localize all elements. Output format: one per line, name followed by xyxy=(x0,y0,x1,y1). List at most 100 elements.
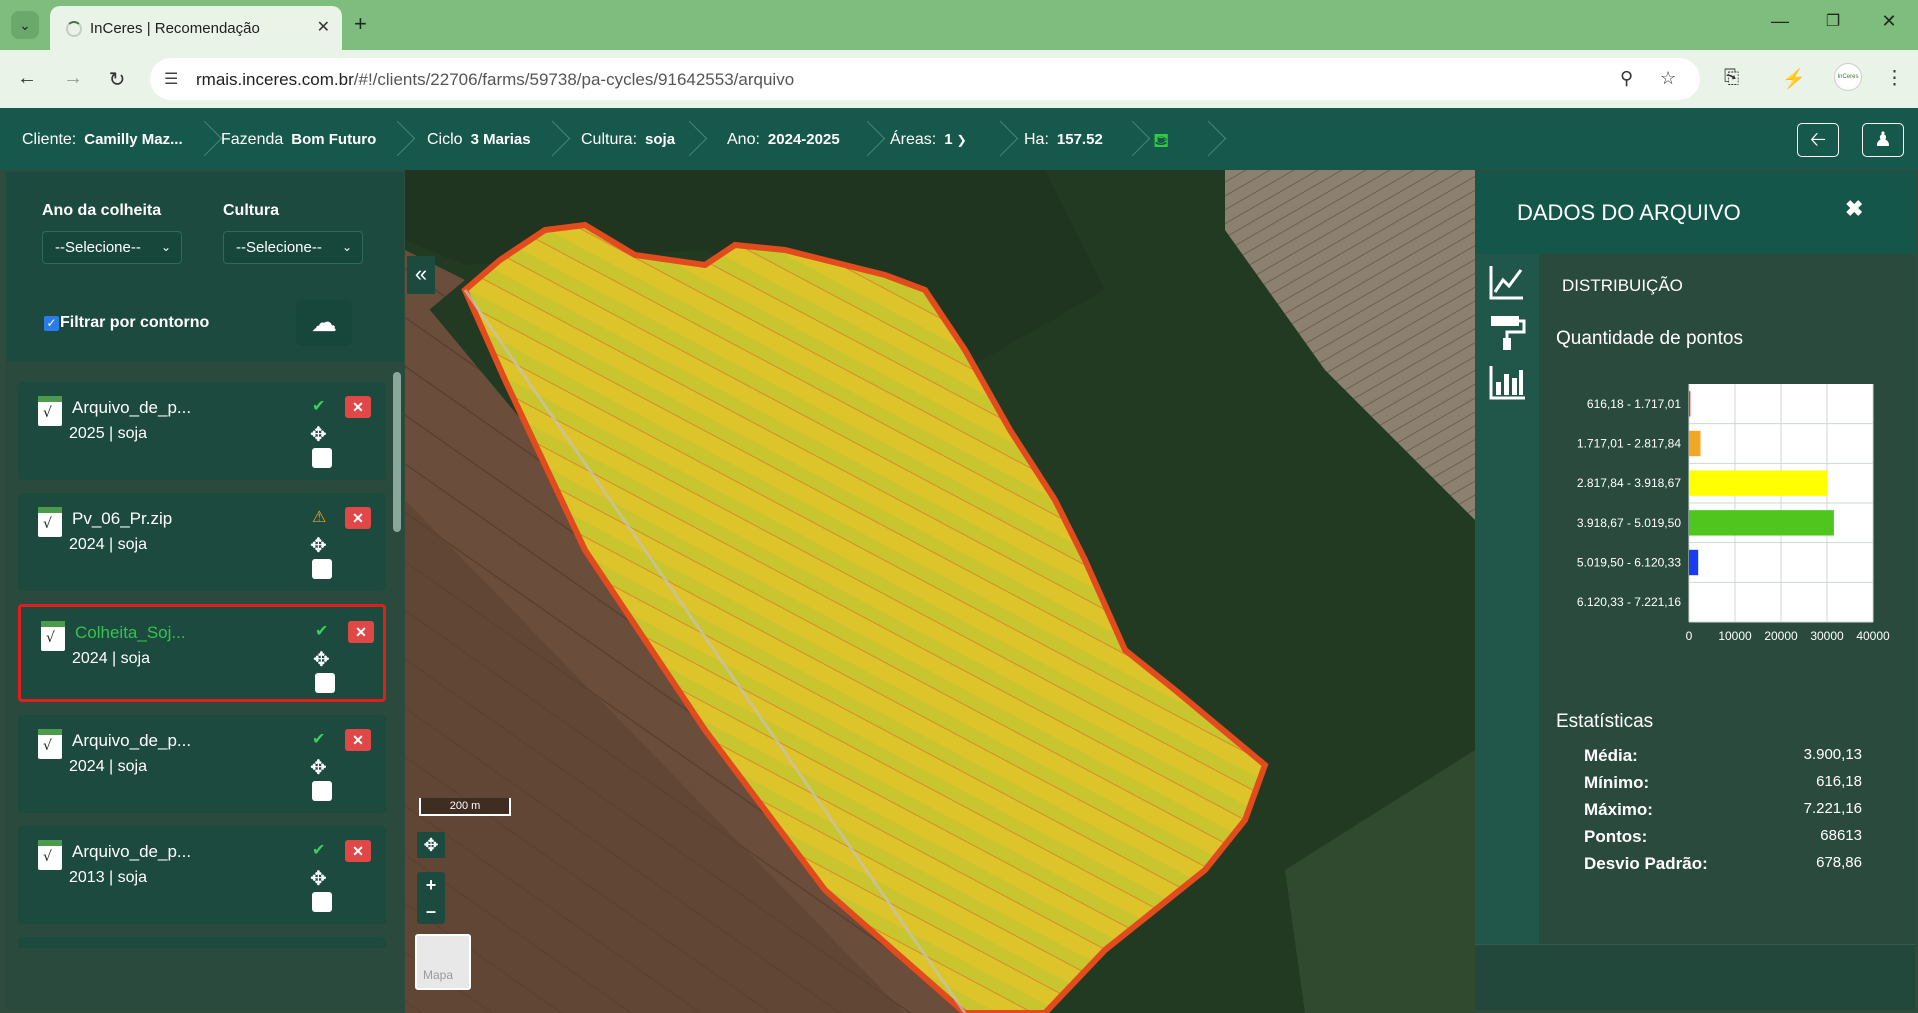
breadcrumb-ano[interactable]: Ano: 2024-2025 xyxy=(727,131,840,149)
back-icon[interactable]: ← xyxy=(14,67,40,90)
file-meta: 2024 | soja xyxy=(69,758,147,775)
delete-button[interactable]: ✕ xyxy=(345,729,371,751)
file-name[interactable]: Arquivo_de_p... xyxy=(72,842,191,862)
file-list[interactable]: √ Arquivo_de_p... 2025 | soja ✔ ✕ ✥ √ Pv… xyxy=(6,368,404,948)
filtrar-contorno-checkbox[interactable]: ✓ xyxy=(44,316,59,331)
file-card[interactable]: √ Arquivo_de_p... 2024 | soja ✔ ✕ ✥ xyxy=(18,715,386,813)
chevron-down-icon: ⌄ xyxy=(160,240,171,254)
delete-button[interactable]: ✕ xyxy=(345,840,371,862)
file-checkbox[interactable] xyxy=(312,559,332,579)
bookmark-star-icon[interactable]: ☆ xyxy=(1660,68,1676,89)
url-text[interactable]: rmais.inceres.com.br/#!/clients/22706/fa… xyxy=(196,70,794,90)
file-card[interactable]: √ Arquivo_de_p... 2025 | soja ✔ ✕ ✥ xyxy=(18,382,386,480)
back-arrow-button[interactable]: 🡠 xyxy=(1797,123,1839,157)
pan-icon[interactable]: ✥ xyxy=(417,832,445,858)
move-icon[interactable]: ✥ xyxy=(310,866,327,891)
stat-desvio-padrao: Desvio Padrão: 678,86 xyxy=(1584,854,1862,873)
file-icon: √ xyxy=(41,621,65,651)
forward-icon[interactable]: → xyxy=(60,67,86,90)
file-name[interactable]: Colheita_Soj... xyxy=(75,623,186,643)
panel-title: DADOS DO ARQUIVO xyxy=(1517,200,1741,225)
line-chart-icon[interactable] xyxy=(1487,262,1527,302)
breadcrumb-fazenda[interactable]: Fazenda Bom Futuro xyxy=(221,131,376,149)
window-close-icon[interactable]: ✕ xyxy=(1874,11,1904,32)
file-name[interactable]: Arquivo_de_p... xyxy=(72,731,191,751)
file-meta: 2024 | soja xyxy=(69,536,147,553)
file-icon: √ xyxy=(38,507,62,537)
chart-bar xyxy=(1689,510,1834,536)
paint-roller-icon[interactable] xyxy=(1487,312,1527,352)
app-header: Cliente: Camilly Maz... Fazenda Bom Futuro… xyxy=(0,108,1918,170)
chart-category-label: 2.817,84 - 3.918,67 xyxy=(1577,476,1681,490)
file-card[interactable]: √ Pv_06_Pr.zip 2024 | soja ⚠ ✕ ✥ xyxy=(18,493,386,591)
chart-x-tick-label: 20000 xyxy=(1764,629,1798,643)
move-icon[interactable]: ✥ xyxy=(310,533,327,558)
chart-category-label: 3.918,67 - 5.019,50 xyxy=(1577,516,1681,530)
zoom-icon[interactable]: ⚲ xyxy=(1620,68,1633,89)
bar-chart-icon[interactable] xyxy=(1487,362,1527,402)
breadcrumb-cliente[interactable]: Cliente: Camilly Maz... xyxy=(22,131,183,149)
chevron-down-icon[interactable]: ❯ xyxy=(957,133,967,147)
user-button[interactable]: ♟ xyxy=(1862,123,1904,157)
tab-search-button[interactable]: ⌄ xyxy=(11,11,39,39)
close-icon[interactable]: ✖ xyxy=(1845,196,1863,222)
zoom-out-button[interactable]: – xyxy=(417,898,445,924)
file-checkbox[interactable] xyxy=(312,781,332,801)
file-checkbox[interactable] xyxy=(312,448,332,468)
file-list-panel: Ano da colheita --Selecione-- ⌄ Cultura -… xyxy=(6,172,404,1010)
zoom-in-button[interactable]: + xyxy=(417,872,445,898)
stat-minimo: Mínimo: 616,18 xyxy=(1584,773,1862,792)
panel-tab-rail xyxy=(1475,254,1539,944)
wifi-icon: ⛾ xyxy=(1153,130,1170,152)
address-bar[interactable]: ☰ rmais.inceres.com.br/#!/clients/22706/… xyxy=(150,58,1700,100)
breadcrumb-ciclo[interactable]: Ciclo 3 Marias xyxy=(427,131,531,149)
delete-button[interactable]: ✕ xyxy=(345,396,371,418)
extensions-icon[interactable]: ⎘ xyxy=(1724,67,1739,89)
chart-category-label: 6.120,33 - 7.221,16 xyxy=(1577,595,1681,609)
chevron-down-icon: ⌄ xyxy=(341,240,352,254)
file-card[interactable]: √ xyxy=(18,937,386,948)
base-layer-toggle[interactable]: Mapa xyxy=(415,934,471,990)
file-name[interactable]: Pv_06_Pr.zip xyxy=(72,509,172,529)
breadcrumb-separator xyxy=(677,118,707,160)
loading-spinner-icon xyxy=(66,21,82,37)
performance-icon[interactable]: ⚡ xyxy=(1782,67,1806,91)
profile-avatar[interactable]: InCeres xyxy=(1834,63,1862,91)
breadcrumb-cultura[interactable]: Cultura: soja xyxy=(581,131,675,149)
file-card-selected[interactable]: √ Colheita_Soj... 2024 | soja ✔ ✕ ✥ xyxy=(18,604,386,702)
ano-colheita-select[interactable]: --Selecione-- ⌄ xyxy=(42,231,182,264)
move-icon[interactable]: ✥ xyxy=(310,422,327,447)
list-scrollbar[interactable] xyxy=(393,372,401,532)
file-checkbox[interactable] xyxy=(315,673,335,693)
panel-footer xyxy=(1475,944,1915,1010)
browser-menu-icon[interactable]: ⋮ xyxy=(1885,67,1904,90)
restore-icon[interactable]: ❐ xyxy=(1818,11,1848,31)
chart-title: Quantidade de pontos xyxy=(1556,328,1743,349)
file-card[interactable]: √ Arquivo_de_p... 2013 | soja ✔ ✕ ✥ xyxy=(18,826,386,924)
delete-button[interactable]: ✕ xyxy=(348,621,374,643)
move-icon[interactable]: ✥ xyxy=(313,647,330,672)
tab-close-icon[interactable]: ✕ xyxy=(317,17,330,37)
cultura-select[interactable]: --Selecione-- ⌄ xyxy=(223,231,363,264)
file-icon: √ xyxy=(38,840,62,870)
file-name[interactable]: Arquivo_de_p... xyxy=(72,398,191,418)
move-icon[interactable]: ✥ xyxy=(310,755,327,780)
upload-cloud-button[interactable]: ☁ xyxy=(296,300,352,346)
file-checkbox[interactable] xyxy=(312,892,332,912)
delete-button[interactable]: ✕ xyxy=(345,507,371,529)
new-tab-icon[interactable]: + xyxy=(354,11,367,37)
breadcrumb-separator xyxy=(540,118,570,160)
minimize-icon[interactable]: — xyxy=(1765,11,1795,32)
collapse-panel-button[interactable]: « xyxy=(407,256,435,294)
breadcrumb-areas[interactable]: Áreas: 1 ❯ xyxy=(890,131,967,149)
chart-category-label: 616,18 - 1.717,01 xyxy=(1587,397,1681,411)
satellite-map[interactable]: « 200 m ✥ + – Mapa xyxy=(405,170,1475,1013)
warning-icon: ⚠ xyxy=(312,509,327,526)
chart-x-tick-label: 40000 xyxy=(1856,629,1890,643)
browser-tab[interactable]: InCeres | Recomendação ✕ xyxy=(50,6,342,50)
reload-icon[interactable]: ↻ xyxy=(104,67,130,92)
chart-bar xyxy=(1689,391,1691,417)
site-info-icon[interactable]: ☰ xyxy=(164,69,178,89)
breadcrumb-separator xyxy=(1196,118,1226,160)
filtrar-contorno-label: Filtrar por contorno xyxy=(60,314,210,331)
